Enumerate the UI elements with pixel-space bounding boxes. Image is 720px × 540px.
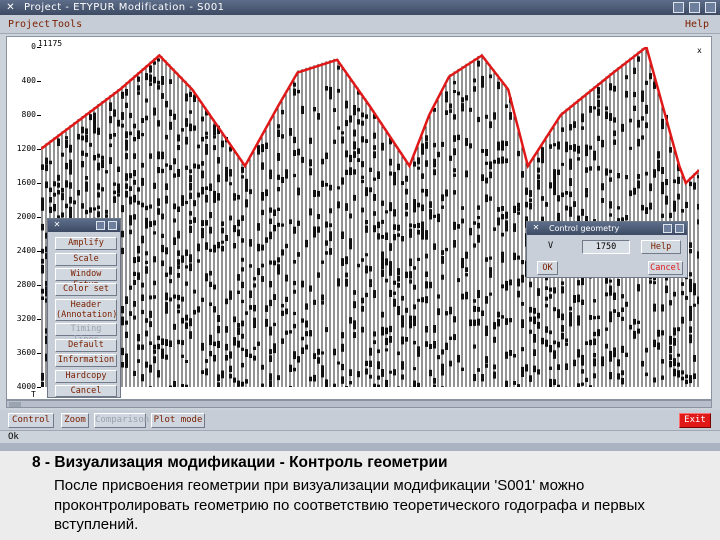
amplify-button[interactable]: Amplify [55,237,117,250]
dialog-minimize-button[interactable] [663,224,672,233]
slide-divider [0,443,720,451]
t-marker: T [31,390,36,399]
menu-bar: Project Tools Help [0,15,720,34]
control-button[interactable]: Control [8,413,54,428]
y-tick-label: 2800 [16,280,36,289]
plot-mode-button[interactable]: Plot mode [151,413,205,428]
slide-headline: 8 - Визуализация модификации - Контроль … [32,454,448,471]
default-button[interactable]: Default [55,339,117,352]
y-tick-label: 4000 [16,382,36,391]
velocity-input[interactable]: 1750 [582,240,630,254]
slide-description: После присвоения геометрии при визуализа… [54,477,645,533]
bottom-toolbar: Control Zoom Comparison Plot mode Exit [0,410,720,430]
status-bar: Ok [0,430,720,443]
menu-minimize-button[interactable] [96,221,105,230]
timing-lines-button[interactable]: Timing lines [55,323,117,345]
title-bar[interactable]: ✕ Project - ETYPUR Modification - S001 [0,0,720,15]
dialog-title: Control geometry [549,224,620,233]
minimize-button[interactable] [673,2,684,13]
window-title: Project - ETYPUR Modification - S001 [24,2,225,13]
information-button[interactable]: Information [55,354,117,367]
exit-button[interactable]: Exit [679,413,711,428]
maximize-button[interactable] [689,2,700,13]
color-set-button[interactable]: Color set [55,283,117,296]
menu-window-icon[interactable]: ✕ [52,220,62,230]
scale-button[interactable]: Scale [55,253,117,266]
zoom-button[interactable]: Zoom [61,413,89,428]
y-tick-label: 0 [31,42,36,51]
scrollbar-thumb[interactable] [9,402,21,407]
hardcopy-button[interactable]: Hardcopy [55,370,117,383]
horizontal-scrollbar[interactable] [6,400,712,408]
window-setup-button[interactable]: Window Setup [55,268,117,290]
y-tick-label: 400 [21,76,36,85]
y-tick-label: 1600 [16,178,36,187]
y-tick-label: 2000 [16,212,36,221]
menu-close-button[interactable] [108,221,117,230]
dialog-ok-button[interactable]: OK [537,261,558,275]
slide-caption: 8 - Визуализация модификации - Контроль … [0,451,720,540]
y-tick-mark [37,387,41,388]
y-tick-label: 3200 [16,314,36,323]
menu-tools[interactable]: Tools [52,19,82,30]
header-annotation-button[interactable]: Header (Annotation) [55,299,117,321]
close-button[interactable] [705,2,716,13]
dialog-title-bar[interactable]: ✕ Control geometry [527,222,687,235]
control-geometry-dialog: ✕ Control geometry V 1750 Help OK Cancel [526,221,688,278]
display-options-menu: ✕ Amplify Scale Window Setup Color set H… [47,218,121,398]
y-tick-label: 800 [21,110,36,119]
dialog-help-button[interactable]: Help [641,240,681,254]
application-window: ✕ Project - ETYPUR Modification - S001 P… [0,0,720,450]
comparison-button[interactable]: Comparison [94,413,149,428]
dialog-cancel-button[interactable]: Cancel [648,261,683,275]
seismic-traces-plot[interactable] [41,47,699,387]
velocity-label: V [548,241,554,251]
y-tick-label: 1200 [16,144,36,153]
menu-help[interactable]: Help [685,19,709,30]
y-tick-label: 3600 [16,348,36,357]
dialog-close-button[interactable] [675,224,684,233]
menu-project[interactable]: Project [8,19,50,30]
cancel-menu-button[interactable]: Cancel [55,385,117,397]
dialog-window-icon[interactable]: ✕ [531,223,541,233]
menu-title-bar[interactable]: ✕ [48,219,120,232]
window-menu-icon[interactable]: ✕ [5,2,16,13]
y-tick-label: 2400 [16,246,36,255]
